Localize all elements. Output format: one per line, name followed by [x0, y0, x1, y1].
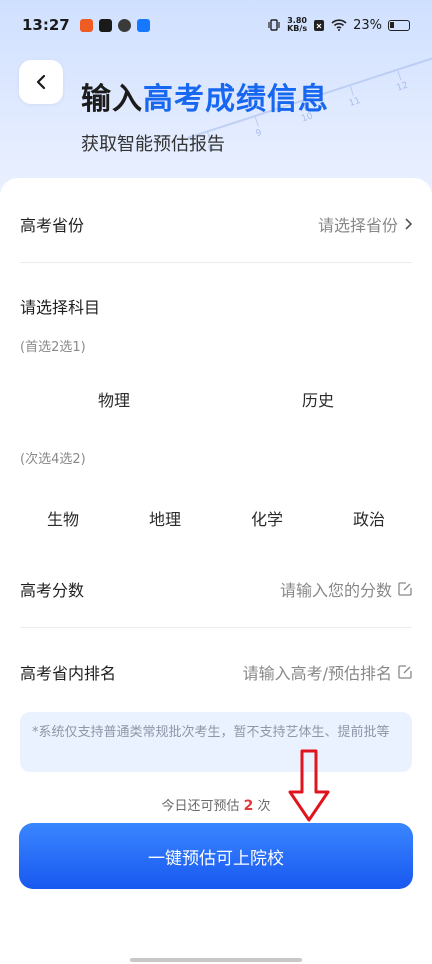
edit-icon	[398, 582, 412, 596]
page-subtitle: 获取智能预估报告	[81, 134, 225, 155]
red-arrow-down-icon	[288, 749, 330, 822]
subject-option-physics[interactable]: 物理	[74, 387, 154, 411]
home-indicator[interactable]	[130, 958, 302, 962]
chevron-right-icon	[405, 218, 412, 230]
subjects-label: 请选择科目	[20, 298, 101, 317]
eligibility-notice: *系统仅支持普通类常规批次考生，暂不支持艺体生、提前批等	[20, 712, 412, 772]
remaining-count-text: 今日还可预估 2 次	[0, 795, 432, 814]
subject-option-biology[interactable]: 生物	[23, 506, 103, 530]
remaining-suffix: 次	[257, 799, 271, 814]
subject-option-geography[interactable]: 地理	[125, 506, 205, 530]
province-selector[interactable]: 请选择省份	[318, 212, 412, 236]
title-plain: 输入	[81, 82, 143, 117]
notification-icons	[79, 18, 150, 32]
status-bar: 13:27 3.80 KB/s 23%	[0, 0, 432, 50]
province-label: 高考省份	[20, 216, 85, 235]
subject-option-politics[interactable]: 政治	[329, 506, 409, 530]
predict-schools-button[interactable]: 一键预估可上院校	[19, 823, 413, 889]
rank-label: 高考省内排名	[20, 664, 117, 683]
chevron-left-icon	[36, 74, 46, 90]
province-placeholder: 请选择省份	[317, 216, 398, 235]
subject-option-chemistry[interactable]: 化学	[227, 506, 307, 530]
rank-placeholder: 请输入高考/预估排名	[242, 664, 392, 683]
edit-icon	[398, 665, 412, 679]
wifi-icon	[331, 19, 347, 31]
vibrate-icon	[268, 19, 280, 31]
remaining-count: 2	[243, 798, 254, 814]
score-input[interactable]: 请输入您的分数	[280, 577, 412, 601]
subject-option-history[interactable]: 历史	[278, 387, 358, 411]
video-app-icon	[98, 18, 112, 32]
status-indicators: 3.80 KB/s 23%	[267, 17, 410, 33]
divider	[20, 627, 412, 628]
score-label: 高考分数	[20, 581, 85, 600]
rank-input[interactable]: 请输入高考/预估排名	[243, 660, 412, 684]
back-button[interactable]	[19, 60, 63, 104]
battery-icon	[388, 19, 410, 31]
alipay-icon	[136, 18, 150, 32]
remaining-prefix: 今日还可预估	[161, 799, 240, 814]
network-speed: 3.80 KB/s	[287, 16, 308, 33]
primary-subject-hint: (首选2选1)	[20, 340, 86, 355]
app-notification-icon	[79, 18, 93, 32]
divider	[20, 262, 412, 263]
sim-icon	[314, 19, 325, 31]
title-highlight: 高考成绩信息	[143, 82, 329, 117]
secondary-subject-hint: (次选4选2)	[20, 452, 86, 467]
score-placeholder: 请输入您的分数	[279, 581, 392, 600]
status-time: 13:27	[22, 16, 70, 34]
battery-percent: 23%	[353, 17, 382, 33]
page-title: 输入高考成绩信息	[81, 74, 329, 118]
browser-app-icon	[117, 18, 131, 32]
